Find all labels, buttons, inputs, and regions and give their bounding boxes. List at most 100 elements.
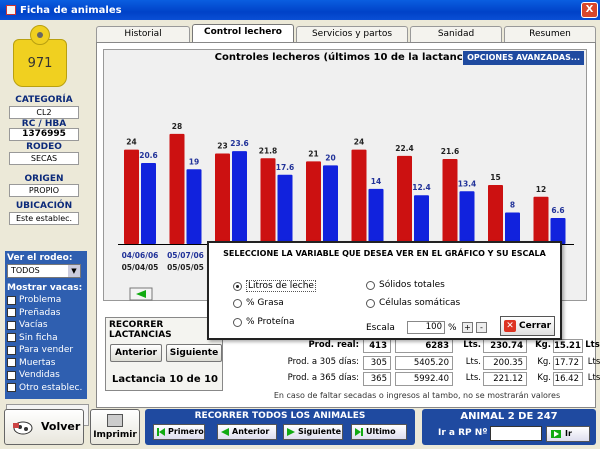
- filter-checkbox[interactable]: Sin ficha: [7, 332, 85, 345]
- escala-input[interactable]: 100: [407, 321, 445, 334]
- cerrar-button[interactable]: ✕ Cerrar: [500, 316, 555, 336]
- chart-bar: [124, 149, 139, 244]
- recorrer-animales-panel: RECORRER TODOS LOS ANIMALES Primero Ante…: [145, 409, 415, 445]
- lactancia-siguiente-button[interactable]: Siguiente: [166, 344, 222, 362]
- arrow-right-icon: [287, 428, 295, 436]
- opciones-avanzadas-button[interactable]: OPCIONES AVANZADAS...: [463, 51, 584, 65]
- chart-bar: [505, 212, 520, 244]
- tab-resumen[interactable]: Resumen: [504, 26, 596, 42]
- chart-value-label: 22.4: [395, 144, 414, 153]
- tab-historial[interactable]: Historial: [96, 26, 190, 42]
- chart-bar: [306, 161, 321, 244]
- filter-checkbox[interactable]: Para vender: [7, 344, 85, 357]
- chart-bar: [232, 151, 247, 244]
- last-icon: [355, 428, 363, 436]
- chart-date-label: 05/04/05: [122, 263, 159, 272]
- go-icon: [551, 430, 561, 438]
- escala-label: Escala: [366, 323, 395, 333]
- categoria-label: CATEGORÍA: [15, 95, 73, 105]
- variable-select-dialog: SELECCIONE LA VARIABLE QUE DESEA VER EN …: [207, 241, 562, 340]
- chart-value-label: 20: [325, 153, 335, 162]
- filter-panel: Ver el rodeo: TODOS ▼ Mostrar vacas: Pro…: [5, 251, 87, 399]
- close-icon: ✕: [504, 320, 516, 332]
- rp-input[interactable]: [490, 426, 542, 441]
- chart-value-label: 17.6: [276, 163, 295, 172]
- recorrer-animales-title: RECORRER TODOS LOS ANIMALES: [194, 411, 366, 421]
- arrow-left-icon: [221, 428, 229, 436]
- chart-value-label: 14: [371, 177, 381, 186]
- chart-bar: [215, 153, 230, 244]
- ear-tag-icon: 971: [13, 25, 67, 87]
- chart-value-label: 6.6: [551, 206, 564, 215]
- rodeo-value: SECAS: [9, 152, 79, 165]
- chart-value-label: 12: [536, 185, 546, 194]
- radio-proteina[interactable]: % Proteína: [233, 317, 294, 327]
- escala-plus-button[interactable]: +: [462, 322, 473, 333]
- chart-value-label: 21.8: [259, 146, 278, 155]
- radio-grasa[interactable]: % Grasa: [233, 298, 284, 308]
- imprimir-button[interactable]: Imprimir: [90, 409, 140, 445]
- chart-value-label: 21: [308, 149, 318, 158]
- chevron-down-icon: ▼: [68, 265, 80, 277]
- chart-bar: [368, 188, 384, 244]
- window-titlebar: Ficha de animales X: [0, 0, 600, 20]
- filter-checkbox[interactable]: Vacías: [7, 319, 85, 332]
- radio-celulas-somaticas[interactable]: Células somáticas: [366, 298, 460, 308]
- radio-solidos-totales[interactable]: Sólidos totales: [366, 280, 445, 290]
- chart-bar: [414, 195, 429, 244]
- filter-checkbox[interactable]: Otro establec.: [7, 382, 85, 395]
- filter-checkbox[interactable]: Vendidas: [7, 369, 85, 382]
- ubicacion-label: UBICACIÓN: [15, 201, 73, 211]
- printer-icon: [107, 414, 123, 427]
- app-icon: [6, 5, 16, 15]
- animal-counter-panel: ANIMAL 2 DE 247 Ir a RP Nº Ir: [422, 409, 596, 445]
- chart-bar: [459, 191, 475, 244]
- volver-button[interactable]: Volver: [4, 409, 84, 445]
- rc-value: 1376995: [9, 128, 79, 141]
- chart-bar: [533, 196, 549, 244]
- lactancia-anterior-button[interactable]: Anterior: [110, 344, 162, 362]
- chart-value-label: 23.6: [230, 139, 249, 148]
- chart-value-label: 24: [126, 138, 136, 147]
- origen-value: PROPIO: [9, 184, 79, 197]
- chart-bar: [169, 133, 185, 244]
- chart-date-label: 05/05/05: [167, 263, 204, 272]
- chart-bar: [141, 162, 156, 244]
- rodeo-select[interactable]: TODOS ▼: [7, 264, 81, 278]
- ir-button[interactable]: Ir: [546, 426, 590, 442]
- primero-button[interactable]: Primero: [153, 424, 205, 440]
- chart-bar: [397, 155, 412, 244]
- cow-icon: [13, 421, 33, 435]
- tab-bar: Historial Control lechero Servicios y pa…: [96, 24, 596, 42]
- filter-checkbox[interactable]: Preñadas: [7, 307, 85, 320]
- tag-number: 971: [13, 39, 67, 87]
- animal-counter: ANIMAL 2 DE 247: [460, 411, 558, 422]
- window-title: Ficha de animales: [20, 4, 122, 16]
- chart-value-label: 15: [490, 173, 500, 182]
- ultimo-button[interactable]: Ultimo: [351, 424, 407, 440]
- ver-rodeo-label: Ver el rodeo:: [7, 253, 73, 263]
- tab-sanidad[interactable]: Sanidad: [410, 26, 502, 42]
- escala-unit: %: [448, 323, 457, 333]
- chart-bar: [442, 159, 458, 244]
- chart-value-label: 20.6: [139, 151, 158, 160]
- tab-control-lechero[interactable]: Control lechero: [192, 24, 294, 42]
- filter-checkbox[interactable]: Muertas: [7, 357, 85, 370]
- chart-bar: [351, 149, 367, 244]
- close-button[interactable]: X: [581, 2, 598, 18]
- recorrer-lactancias-panel: RECORRER LACTANCIAS Anterior Siguiente L…: [105, 317, 223, 391]
- siguiente-button[interactable]: Siguiente: [283, 424, 343, 440]
- anterior-button[interactable]: Anterior: [217, 424, 277, 440]
- categoria-value: CL2: [9, 106, 79, 119]
- filter-checkbox[interactable]: Problema: [7, 294, 85, 307]
- radio-litros-leche[interactable]: Litros de leche: [233, 280, 316, 292]
- control-lechero-panel: Controles lecheros (últimos 10 de la lac…: [96, 42, 600, 408]
- tab-servicios-partos[interactable]: Servicios y partos: [296, 26, 408, 42]
- chart-date-label: 04/06/06: [122, 251, 159, 260]
- chart-value-label: 8: [510, 201, 515, 210]
- chart-value-label: 13.4: [458, 179, 477, 188]
- bottom-bar: Volver Imprimir RECORRER TODOS LOS ANIMA…: [0, 409, 600, 449]
- escala-minus-button[interactable]: -: [476, 322, 487, 333]
- ubicacion-value: Este establec.: [9, 212, 79, 225]
- chart-value-label: 19: [189, 157, 199, 166]
